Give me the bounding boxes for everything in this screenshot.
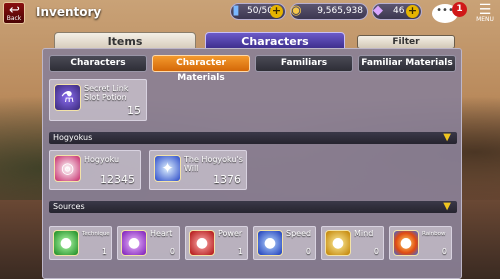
gem-value: 46 xyxy=(393,6,405,16)
item-quantity: 1376 xyxy=(213,173,241,186)
rainbow-orb-icon: ● xyxy=(393,230,419,256)
coin-icon: ◉ xyxy=(290,3,302,18)
add-gems-button[interactable]: + xyxy=(406,5,419,18)
source-label: Rainbow xyxy=(422,231,446,237)
mind-orb-icon: ● xyxy=(325,230,351,256)
heart-orb-icon: ● xyxy=(121,230,147,256)
source-technique[interactable]: ● Technique 1 xyxy=(49,226,112,260)
gold-value: 9,565,938 xyxy=(317,6,363,16)
inventory-panel: Characters Character Materials Familiars… xyxy=(42,48,462,279)
item-quantity: 15 xyxy=(127,104,141,117)
potion-icon: ⚗ xyxy=(54,84,81,111)
hogyoku-will-icon: ✦ xyxy=(154,155,181,182)
subtab-character-materials[interactable]: Character Materials xyxy=(152,55,250,83)
item-name: Hogyoku xyxy=(84,155,120,164)
hogyoku-icon: ◎ xyxy=(54,155,81,182)
gold-counter: ◉ 9,565,938 xyxy=(290,3,368,20)
item-card-hogyoku[interactable]: ◎ Hogyoku 12345 xyxy=(49,150,141,190)
subtab-familiar-materials[interactable]: Familiar Materials xyxy=(358,55,456,72)
source-speed[interactable]: ● Speed 0 xyxy=(253,226,316,260)
page-title: Inventory xyxy=(36,5,102,19)
source-rainbow[interactable]: ● Rainbow 0 xyxy=(389,226,452,260)
menu-icon: ☰ xyxy=(478,2,492,18)
item-name: The Hogyoku's Will xyxy=(184,155,243,173)
filter-button[interactable]: Filter xyxy=(357,35,455,49)
speed-orb-icon: ● xyxy=(257,230,283,256)
item-quantity: 12345 xyxy=(100,173,135,186)
top-bar: ↩ Back Inventory ▮ 50/50 + ◉ 9,565,938 ◆… xyxy=(0,0,500,26)
gem-counter: ◆ 46 + xyxy=(372,3,422,20)
subtab-bar: Characters Character Materials Familiars… xyxy=(49,55,457,83)
menu-button[interactable]: ☰ MENU xyxy=(474,2,496,24)
add-stamina-button[interactable]: + xyxy=(270,5,283,18)
source-label: Mind xyxy=(354,229,374,238)
gem-icon: ◆ xyxy=(373,3,383,18)
source-quantity: 1 xyxy=(101,247,107,256)
back-button[interactable]: ↩ Back xyxy=(3,2,25,24)
notification-badge: 1 xyxy=(452,2,467,17)
source-mind[interactable]: ● Mind 0 xyxy=(321,226,384,260)
section-hogyokus[interactable]: Hogyokus ▼ xyxy=(49,132,457,144)
item-name: Secret Link Slot Potion xyxy=(84,84,129,102)
technique-orb-icon: ● xyxy=(53,230,79,256)
section-title: Sources xyxy=(53,202,85,211)
source-quantity: 0 xyxy=(305,247,311,256)
source-label: Heart xyxy=(150,229,173,238)
source-label: Technique xyxy=(82,231,110,237)
source-power[interactable]: ● Power 1 xyxy=(185,226,248,260)
subtab-familiars[interactable]: Familiars xyxy=(255,55,353,72)
source-label: Power xyxy=(218,229,243,238)
tab-characters[interactable]: Characters xyxy=(205,32,345,49)
source-quantity: 1 xyxy=(237,247,243,256)
source-quantity: 0 xyxy=(169,247,175,256)
source-label: Speed xyxy=(286,229,312,238)
source-quantity: 0 xyxy=(441,247,447,256)
subtab-characters[interactable]: Characters xyxy=(49,55,147,72)
section-sources[interactable]: Sources ▼ xyxy=(49,201,457,213)
tab-items[interactable]: Items xyxy=(54,32,196,49)
item-card-secret-link-potion[interactable]: ⚗ Secret Link Slot Potion 15 xyxy=(49,79,147,121)
source-quantity: 0 xyxy=(373,247,379,256)
source-heart[interactable]: ● Heart 0 xyxy=(117,226,180,260)
collapse-triangle-icon[interactable]: ▼ xyxy=(443,202,451,212)
collapse-triangle-icon[interactable]: ▼ xyxy=(443,133,451,143)
stamina-counter: ▮ 50/50 + xyxy=(230,3,286,20)
section-title: Hogyokus xyxy=(53,133,93,142)
menu-label: MENU xyxy=(476,16,494,23)
power-orb-icon: ● xyxy=(189,230,215,256)
back-arrow-icon: ↩ xyxy=(9,3,20,18)
item-card-hogyoku-will[interactable]: ✦ The Hogyoku's Will 1376 xyxy=(149,150,247,190)
stamina-icon: ▮ xyxy=(232,3,240,18)
